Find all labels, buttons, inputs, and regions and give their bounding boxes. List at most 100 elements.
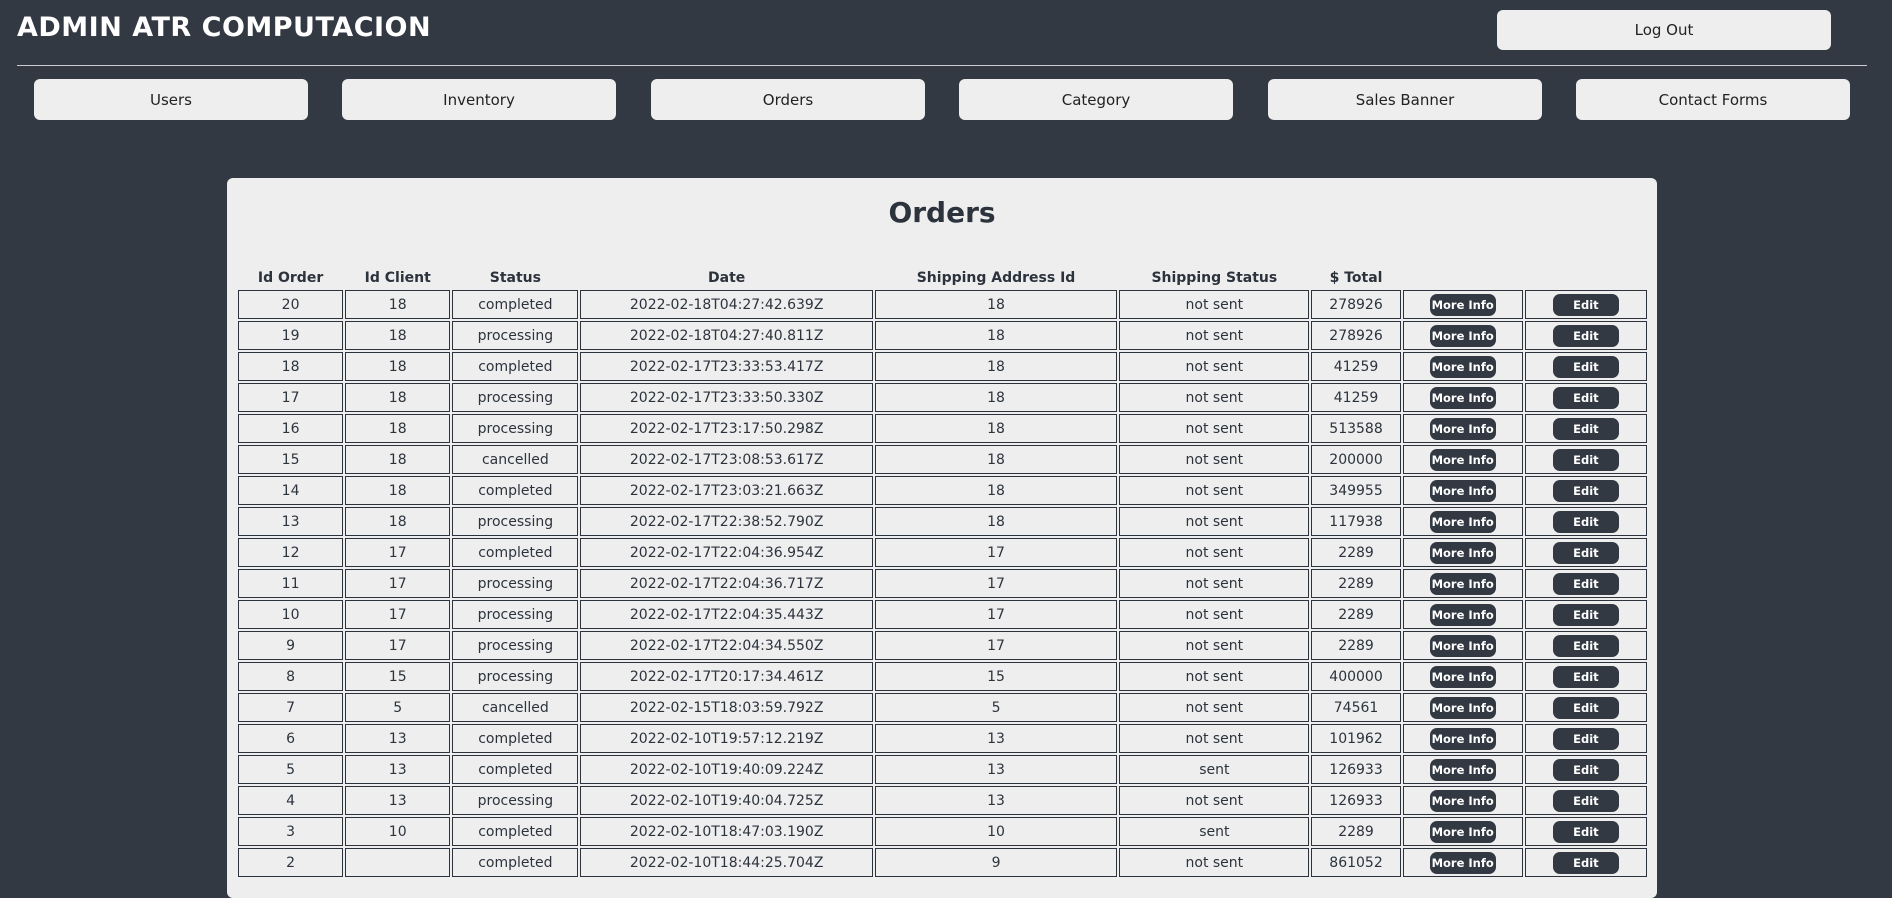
more-info-cell: More Info — [1402, 352, 1523, 381]
edit-button[interactable]: Edit — [1552, 851, 1619, 874]
total-cell: 2289 — [1311, 600, 1401, 629]
more-info-button[interactable]: More Info — [1429, 665, 1496, 688]
more-info-button[interactable]: More Info — [1429, 696, 1496, 719]
date-cell: 2022-02-10T19:40:04.725Z — [580, 786, 873, 815]
edit-button[interactable]: Edit — [1552, 820, 1619, 843]
nav-users-button[interactable]: Users — [34, 79, 308, 120]
shipping-status-cell: not sent — [1119, 476, 1310, 505]
more-info-button[interactable]: More Info — [1429, 417, 1496, 440]
edit-button[interactable]: Edit — [1552, 603, 1619, 626]
more-info-button[interactable]: More Info — [1429, 386, 1496, 409]
column-header-shipping-address-id: Shipping Address Id — [916, 270, 1076, 286]
status-cell: completed — [452, 817, 579, 846]
total-cell: 117938 — [1311, 507, 1401, 536]
nav-sales-banner-button[interactable]: Sales Banner — [1268, 79, 1542, 120]
shipping-address-id-cell: 17 — [874, 538, 1118, 567]
more-info-cell: More Info — [1402, 724, 1523, 753]
order-id-cell: 11 — [238, 569, 344, 598]
more-info-button[interactable]: More Info — [1429, 448, 1496, 471]
status-cell: processing — [452, 600, 579, 629]
nav-orders-button[interactable]: Orders — [651, 79, 925, 120]
column-header-status: Status — [489, 270, 541, 286]
shipping-address-id-cell: 18 — [874, 414, 1118, 443]
logout-button[interactable]: Log Out — [1497, 10, 1831, 50]
edit-button[interactable]: Edit — [1552, 479, 1619, 502]
more-info-cell: More Info — [1402, 631, 1523, 660]
more-info-cell: More Info — [1402, 755, 1523, 784]
status-cell: completed — [452, 755, 579, 784]
edit-button[interactable]: Edit — [1552, 634, 1619, 657]
edit-cell: Edit — [1524, 724, 1647, 753]
date-cell: 2022-02-18T04:27:42.639Z — [580, 290, 873, 319]
more-info-button[interactable]: More Info — [1429, 820, 1496, 843]
status-cell: completed — [452, 724, 579, 753]
edit-button[interactable]: Edit — [1552, 789, 1619, 812]
more-info-button[interactable]: More Info — [1429, 603, 1496, 626]
shipping-status-cell: not sent — [1119, 569, 1310, 598]
status-cell: processing — [452, 321, 579, 350]
shipping-status-cell: not sent — [1119, 693, 1310, 722]
table-row: 6 13 completed 2022-02-10T19:57:12.219Z 13 no… — [238, 724, 1647, 753]
more-info-cell: More Info — [1402, 507, 1523, 536]
nav-contact-forms-button[interactable]: Contact Forms — [1576, 79, 1850, 120]
edit-button[interactable]: Edit — [1552, 758, 1619, 781]
column-header-date: Date — [708, 270, 746, 286]
more-info-button[interactable]: More Info — [1429, 789, 1496, 812]
more-info-button[interactable]: More Info — [1429, 293, 1496, 316]
shipping-status-cell: not sent — [1119, 600, 1310, 629]
edit-button[interactable]: Edit — [1552, 696, 1619, 719]
order-id-cell: 2 — [238, 848, 344, 877]
edit-button[interactable]: Edit — [1552, 572, 1619, 595]
more-info-button[interactable]: More Info — [1429, 758, 1496, 781]
status-cell: completed — [452, 538, 579, 567]
edit-button[interactable]: Edit — [1552, 541, 1619, 564]
edit-button[interactable]: Edit — [1552, 417, 1619, 440]
total-cell: 278926 — [1311, 321, 1401, 350]
shipping-status-cell: not sent — [1119, 383, 1310, 412]
total-cell: 2289 — [1311, 817, 1401, 846]
nav-category-button[interactable]: Category — [959, 79, 1233, 120]
shipping-address-id-cell: 10 — [874, 817, 1118, 846]
client-id-cell: 13 — [345, 755, 451, 784]
shipping-address-id-cell: 5 — [874, 693, 1118, 722]
more-info-button[interactable]: More Info — [1429, 324, 1496, 347]
total-cell: 513588 — [1311, 414, 1401, 443]
more-info-button[interactable]: More Info — [1429, 851, 1496, 874]
edit-cell: Edit — [1524, 662, 1647, 691]
more-info-button[interactable]: More Info — [1429, 541, 1496, 564]
edit-button[interactable]: Edit — [1552, 665, 1619, 688]
edit-cell: Edit — [1524, 476, 1647, 505]
order-id-cell: 5 — [238, 755, 344, 784]
date-cell: 2022-02-17T22:04:36.717Z — [580, 569, 873, 598]
more-info-cell: More Info — [1402, 693, 1523, 722]
more-info-button[interactable]: More Info — [1429, 479, 1496, 502]
edit-button[interactable]: Edit — [1552, 324, 1619, 347]
edit-button[interactable]: Edit — [1552, 727, 1619, 750]
edit-cell: Edit — [1524, 786, 1647, 815]
shipping-status-cell: sent — [1119, 755, 1310, 784]
order-id-cell: 18 — [238, 352, 344, 381]
client-id-cell: 17 — [345, 569, 451, 598]
edit-button[interactable]: Edit — [1552, 293, 1619, 316]
edit-cell: Edit — [1524, 848, 1647, 877]
more-info-button[interactable]: More Info — [1429, 634, 1496, 657]
more-info-cell: More Info — [1402, 817, 1523, 846]
edit-button[interactable]: Edit — [1552, 386, 1619, 409]
shipping-address-id-cell: 13 — [874, 755, 1118, 784]
order-id-cell: 9 — [238, 631, 344, 660]
edit-button[interactable]: Edit — [1552, 355, 1619, 378]
date-cell: 2022-02-17T22:38:52.790Z — [580, 507, 873, 536]
date-cell: 2022-02-17T23:17:50.298Z — [580, 414, 873, 443]
more-info-button[interactable]: More Info — [1429, 510, 1496, 533]
edit-cell: Edit — [1524, 817, 1647, 846]
edit-button[interactable]: Edit — [1552, 448, 1619, 471]
edit-button[interactable]: Edit — [1552, 510, 1619, 533]
nav-inventory-button[interactable]: Inventory — [342, 79, 616, 120]
client-id-cell: 13 — [345, 786, 451, 815]
more-info-button[interactable]: More Info — [1429, 572, 1496, 595]
more-info-button[interactable]: More Info — [1429, 355, 1496, 378]
table-row: 16 18 processing 2022-02-17T23:17:50.298Z 18… — [238, 414, 1647, 443]
shipping-status-cell: not sent — [1119, 290, 1310, 319]
order-id-cell: 13 — [238, 507, 344, 536]
more-info-button[interactable]: More Info — [1429, 727, 1496, 750]
